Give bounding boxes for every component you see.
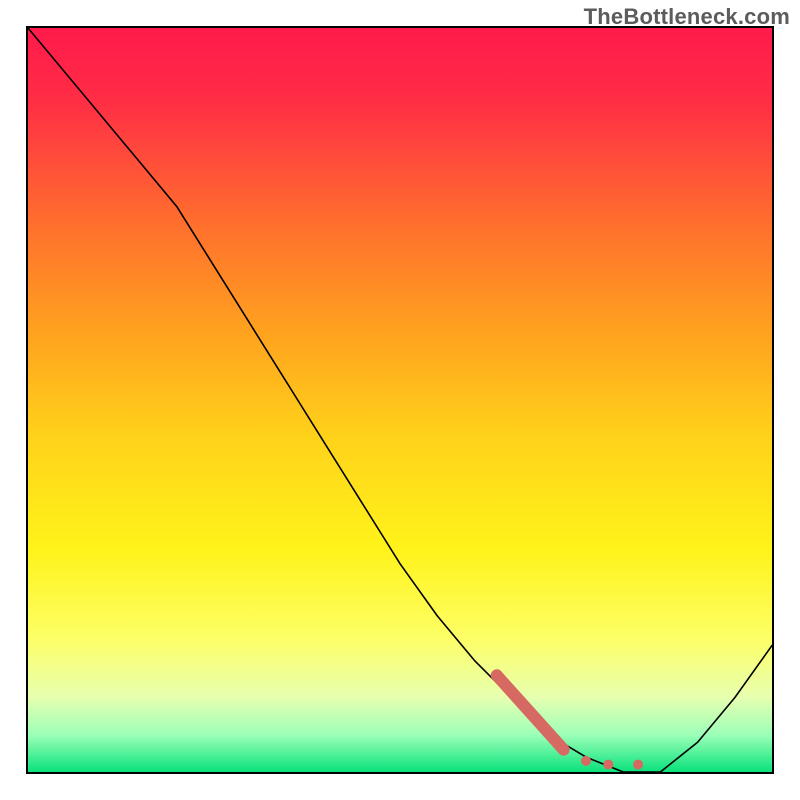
highlight-dot [603,760,613,770]
highlight-dot [581,756,591,766]
plot-svg [28,28,772,772]
chart-stage: TheBottleneck.com [0,0,800,800]
highlight-dot [633,760,643,770]
watermark-text: TheBottleneck.com [584,4,790,30]
gradient-background [28,28,772,772]
plot-area [26,26,774,774]
